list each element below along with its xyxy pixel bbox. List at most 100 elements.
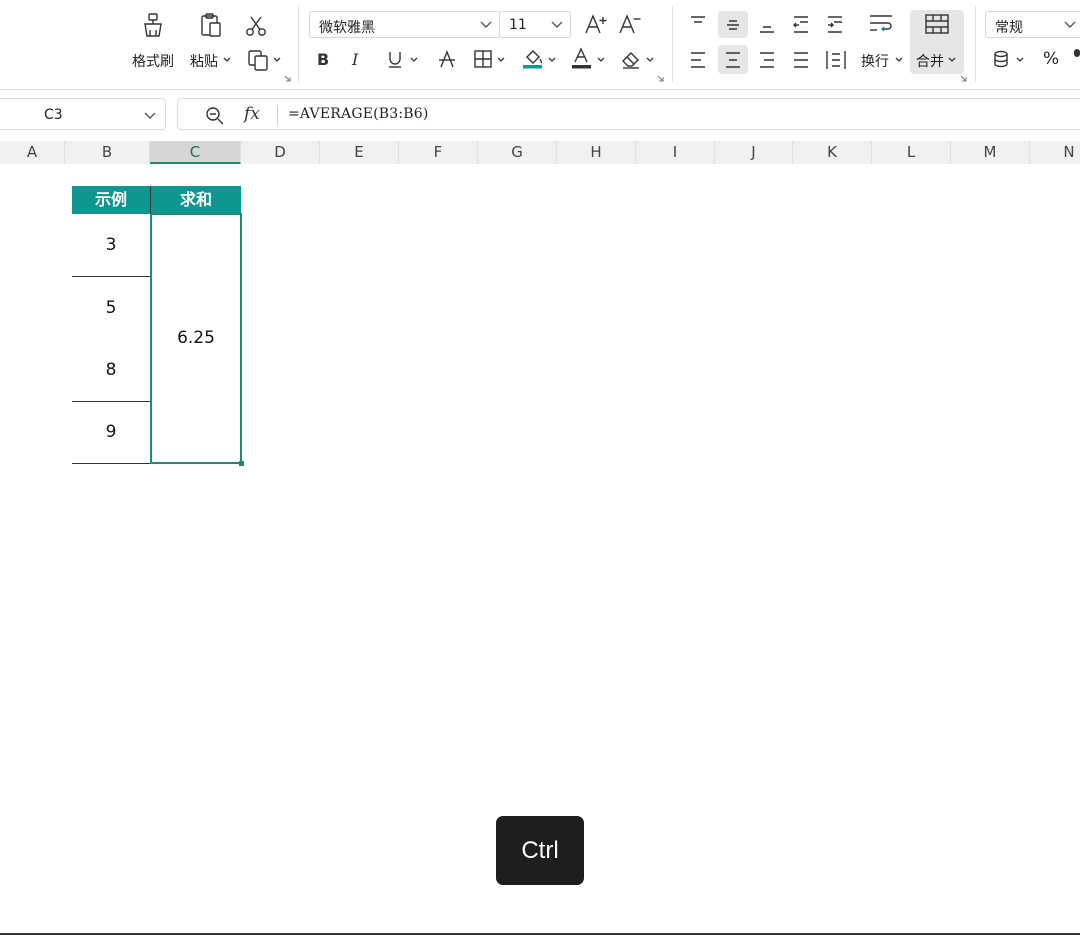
paste-icon (198, 12, 224, 38)
eraser-icon[interactable] (620, 48, 642, 70)
borders-caret-icon[interactable] (497, 57, 505, 63)
cut-icon[interactable] (244, 14, 268, 38)
chevron-down-icon (1064, 21, 1076, 28)
borders-icon[interactable] (473, 49, 493, 69)
increase-font-size-icon[interactable] (584, 13, 608, 35)
strikethrough-icon[interactable] (437, 49, 457, 69)
middle-align-icon[interactable] (723, 14, 743, 34)
underline-caret-icon[interactable] (410, 57, 418, 63)
formula-divider (277, 105, 278, 125)
table-header-example[interactable]: 示例 (72, 186, 150, 214)
formula-bar: C3 fx =AVERAGE(B3:B6) (0, 96, 1080, 132)
italic-icon[interactable]: I (350, 50, 366, 68)
column-header-b[interactable]: B (65, 141, 150, 164)
merge-caret-icon (948, 57, 956, 62)
column-header-e[interactable]: E (320, 141, 399, 164)
format-painter-icon (140, 12, 166, 38)
bold-icon[interactable]: B (316, 50, 332, 68)
column-header-f[interactable]: F (399, 141, 478, 164)
number-format-value: 常规 (995, 20, 1023, 36)
column-header-c[interactable]: C (150, 141, 241, 164)
column-header-k[interactable]: K (793, 141, 872, 164)
merged-cell-value: 6.25 (177, 328, 215, 348)
font-size-value: 11 (509, 17, 527, 33)
table-header-sum[interactable]: 求和 (151, 186, 241, 214)
chevron-down-icon[interactable] (144, 112, 156, 120)
font-name-value: 微软雅黑 (319, 20, 375, 36)
alignment-dialog-launcher-icon[interactable] (960, 75, 967, 82)
copy-icon[interactable] (246, 48, 270, 72)
ribbon-divider (672, 6, 673, 82)
column-header-g[interactable]: G (478, 141, 557, 164)
ctrl-key-overlay: Ctrl (496, 816, 584, 885)
comma-style-icon[interactable] (1074, 49, 1080, 57)
fill-color-icon[interactable] (522, 46, 544, 70)
zoom-icon[interactable] (205, 106, 225, 126)
align-left-icon[interactable] (688, 50, 708, 70)
name-box-value: C3 (44, 107, 63, 123)
svg-text:I: I (351, 50, 359, 68)
font-size-select[interactable]: 11 (499, 11, 571, 38)
ribbon-divider (298, 6, 299, 82)
name-box[interactable]: C3 (0, 98, 166, 130)
copy-caret-icon[interactable] (273, 57, 281, 63)
ribbon-toolbar: 格式刷 粘贴 微软雅黑 11 B I 换行 合并 常规 % (0, 0, 1080, 90)
wrap-text-icon[interactable] (868, 13, 894, 35)
font-color-caret-icon[interactable] (597, 57, 605, 63)
wrap-text-label: 换行 (861, 54, 889, 70)
cell-b4[interactable]: 5 (72, 277, 150, 339)
ribbon-divider (975, 6, 976, 82)
wrap-caret-icon (895, 57, 903, 62)
svg-text:B: B (317, 50, 329, 68)
paste-label: 粘贴 (190, 54, 218, 70)
clipboard-dialog-launcher-icon[interactable] (284, 75, 291, 82)
currency-stack-icon[interactable] (992, 49, 1010, 69)
cell-b6[interactable]: 9 (72, 402, 150, 463)
merge-label: 合并 (916, 54, 944, 70)
column-header-l[interactable]: L (872, 141, 951, 164)
paste-button[interactable]: 粘贴 (186, 10, 236, 72)
merge-button[interactable]: 合并 (912, 50, 960, 70)
format-painter-button[interactable]: 格式刷 (128, 10, 180, 72)
increase-indent-icon[interactable] (825, 14, 845, 34)
decrease-indent-icon[interactable] (791, 14, 811, 34)
column-header-n[interactable]: N (1030, 141, 1080, 164)
cell-b3[interactable]: 3 (72, 214, 150, 276)
column-header-i[interactable]: I (636, 141, 715, 164)
font-name-select[interactable]: 微软雅黑 (309, 11, 500, 38)
column-header-a[interactable]: A (0, 141, 65, 164)
formula-text: =AVERAGE(B3:B6) (288, 106, 429, 122)
column-header-row: ABCDEFGHIJKLMN (0, 141, 1080, 164)
cell-b5[interactable]: 8 (72, 339, 150, 401)
paste-caret-icon (223, 57, 231, 62)
row-border (72, 401, 150, 402)
column-header-h[interactable]: H (557, 141, 636, 164)
column-header-j[interactable]: J (715, 141, 793, 164)
row-border (72, 276, 150, 277)
align-right-icon[interactable] (757, 50, 777, 70)
font-dialog-launcher-icon[interactable] (657, 75, 664, 82)
decrease-font-size-icon[interactable] (618, 13, 642, 35)
format-painter-label: 格式刷 (132, 54, 174, 70)
fill-handle[interactable] (239, 461, 244, 466)
percent-button[interactable]: % (1043, 49, 1059, 69)
currency-caret-icon[interactable] (1016, 57, 1024, 63)
justify-icon[interactable] (791, 50, 811, 70)
eraser-caret-icon[interactable] (646, 57, 654, 63)
align-center-icon[interactable] (723, 50, 743, 70)
font-color-icon[interactable] (571, 46, 593, 70)
wrap-text-button[interactable]: 换行 (859, 50, 907, 70)
fx-icon[interactable]: fx (244, 104, 260, 124)
chevron-down-icon (551, 21, 563, 28)
underline-icon[interactable] (386, 49, 404, 69)
number-format-select[interactable]: 常规 (985, 11, 1080, 38)
column-header-d[interactable]: D (241, 141, 320, 164)
top-align-icon[interactable] (688, 14, 708, 34)
merge-cells-icon[interactable] (924, 13, 950, 35)
bottom-align-icon[interactable] (757, 14, 777, 34)
header-cell-divider (150, 186, 151, 214)
distributed-align-icon[interactable] (825, 49, 847, 71)
formula-input[interactable]: fx =AVERAGE(B3:B6) (177, 98, 1080, 130)
fill-color-caret-icon[interactable] (548, 57, 556, 63)
column-header-m[interactable]: M (951, 141, 1030, 164)
